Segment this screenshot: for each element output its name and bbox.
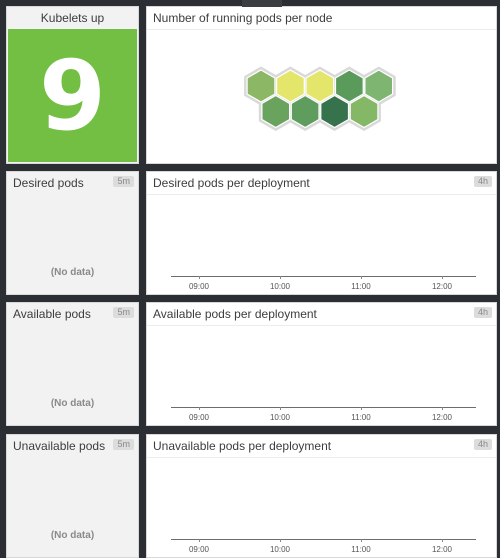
timeframe-badge: 5m — [113, 307, 134, 318]
x-tick-label: 12:00 — [431, 282, 453, 291]
x-tick-label: 12:00 — [431, 545, 453, 554]
x-tick — [361, 276, 362, 279]
panel-title: Unavailable pods — [13, 439, 106, 453]
x-tick-label: 11:00 — [351, 545, 371, 554]
timeframe-badge: 5m — [113, 439, 134, 450]
pods-per-node-panel[interactable]: Number of running pods per node — [146, 6, 497, 164]
kubelets-value-box: 9 — [8, 29, 137, 162]
no-data-label: (No data) — [50, 267, 95, 278]
panel-title: Desired pods per deployment — [153, 176, 310, 190]
timeframe-badge: 4h — [473, 439, 492, 450]
x-tick-label: 09:00 — [188, 413, 210, 422]
x-tick — [442, 276, 443, 279]
timeseries-panel[interactable]: Available pods per deployment 4h 09:00 10… — [146, 302, 497, 426]
panel-title: Kubelets up — [40, 11, 105, 25]
x-tick — [361, 407, 362, 410]
x-tick-label: 11:00 — [351, 413, 371, 422]
x-tick-label: 10:00 — [269, 545, 291, 554]
x-tick — [199, 407, 200, 410]
x-tick-label: 10:00 — [269, 413, 291, 422]
tab-notch — [242, 0, 282, 7]
x-tick — [442, 539, 443, 542]
x-tick — [442, 407, 443, 410]
timeframe-badge: 4h — [473, 176, 492, 187]
x-tick — [199, 276, 200, 279]
x-axis-line — [171, 539, 476, 540]
x-tick-label: 11:00 — [351, 282, 371, 291]
x-tick-label: 09:00 — [188, 545, 210, 554]
x-tick — [280, 407, 281, 410]
timeframe-badge: 5m — [113, 176, 134, 187]
panel-title: Available pods — [13, 307, 91, 321]
x-tick — [280, 539, 281, 542]
title-divider — [147, 194, 496, 195]
single-value-panel[interactable]: Desired pods 5m (No data) — [6, 171, 139, 295]
kubelets-up-panel[interactable]: Kubelets up 9 — [6, 6, 139, 164]
timeseries-panel[interactable]: Desired pods per deployment 4h 09:00 10:0… — [146, 171, 497, 295]
single-value-panel[interactable]: Available pods 5m (No data) — [6, 302, 139, 426]
hostmap — [244, 66, 396, 131]
x-tick-label: 09:00 — [188, 282, 210, 291]
timeseries-panel[interactable]: Unavailable pods per deployment 4h 09:00… — [146, 434, 497, 558]
x-tick — [361, 539, 362, 542]
timeframe-badge: 4h — [473, 307, 492, 318]
panel-title: Desired pods — [13, 176, 84, 190]
panel-title: Unavailable pods per deployment — [153, 439, 332, 453]
x-tick — [280, 276, 281, 279]
x-tick-label: 12:00 — [431, 413, 453, 422]
title-divider — [147, 325, 496, 326]
x-axis-line — [171, 276, 476, 277]
no-data-label: (No data) — [50, 398, 95, 409]
kubelets-value: 9 — [39, 39, 106, 152]
panel-title: Available pods per deployment — [153, 307, 317, 321]
title-divider — [147, 457, 496, 458]
x-axis-line — [171, 407, 476, 408]
single-value-panel[interactable]: Unavailable pods 5m (No data) — [6, 434, 139, 558]
x-tick — [199, 539, 200, 542]
no-data-label: (No data) — [50, 530, 95, 541]
x-tick-label: 10:00 — [269, 282, 291, 291]
